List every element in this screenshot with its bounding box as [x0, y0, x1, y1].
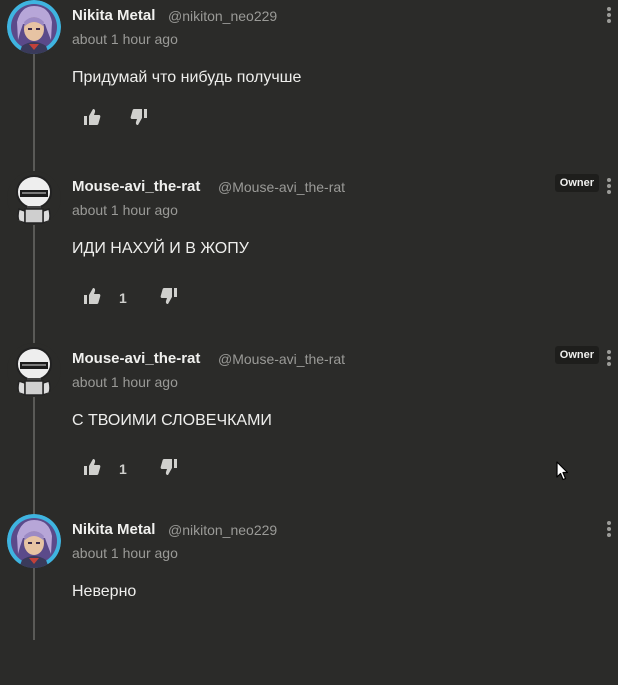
comment: Mouse-avi_the-rat @Mouse-avi_the-rat Own…: [0, 343, 618, 514]
thumbs-up-icon[interactable]: [83, 108, 103, 128]
comment: Nikita Metal @nikiton_neo229 about 1 hou…: [0, 514, 618, 685]
comment-text: Неверно: [72, 583, 137, 600]
owner-badge: Owner: [554, 346, 599, 364]
more-vertical-icon[interactable]: [605, 348, 613, 368]
thumbs-up-icon[interactable]: [83, 287, 103, 307]
more-vertical-icon[interactable]: [605, 176, 613, 196]
author-name[interactable]: Mouse-avi_the-rat: [72, 350, 200, 367]
timestamp[interactable]: about 1 hour ago: [72, 374, 178, 390]
timestamp[interactable]: about 1 hour ago: [72, 202, 178, 218]
thumbs-down-icon[interactable]: [160, 287, 180, 307]
like-count: 1: [119, 290, 127, 306]
author-handle[interactable]: @nikiton_neo229: [168, 8, 277, 24]
like-count: 1: [119, 461, 127, 477]
author-handle[interactable]: @Mouse-avi_the-rat: [218, 179, 345, 195]
comment-text: С ТВОИМИ СЛОВЕЧКАМИ: [72, 412, 272, 429]
mouse-cursor-icon: [556, 461, 569, 486]
author-handle[interactable]: @Mouse-avi_the-rat: [218, 351, 345, 367]
avatar[interactable]: [7, 0, 61, 54]
thumbs-down-icon[interactable]: [130, 108, 150, 128]
avatar[interactable]: [7, 171, 61, 225]
author-name[interactable]: Nikita Metal: [72, 521, 155, 538]
owner-badge: Owner: [554, 174, 599, 192]
more-vertical-icon[interactable]: [605, 5, 613, 25]
comment-text: ИДИ НАХУЙ И В ЖОПУ: [72, 240, 249, 257]
timestamp[interactable]: about 1 hour ago: [72, 31, 178, 47]
thumbs-down-icon[interactable]: [160, 458, 180, 478]
comment: Nikita Metal @nikiton_neo229 about 1 hou…: [0, 0, 618, 171]
author-handle[interactable]: @nikiton_neo229: [168, 522, 277, 538]
author-name[interactable]: Nikita Metal: [72, 7, 155, 24]
comment-text: Придумай что нибудь получше: [72, 69, 302, 86]
avatar[interactable]: [7, 343, 61, 397]
more-vertical-icon[interactable]: [605, 519, 613, 539]
avatar[interactable]: [7, 514, 61, 568]
comment: Mouse-avi_the-rat @Mouse-avi_the-rat Own…: [0, 171, 618, 342]
thumbs-up-icon[interactable]: [83, 458, 103, 478]
timestamp[interactable]: about 1 hour ago: [72, 545, 178, 561]
author-name[interactable]: Mouse-avi_the-rat: [72, 178, 200, 195]
